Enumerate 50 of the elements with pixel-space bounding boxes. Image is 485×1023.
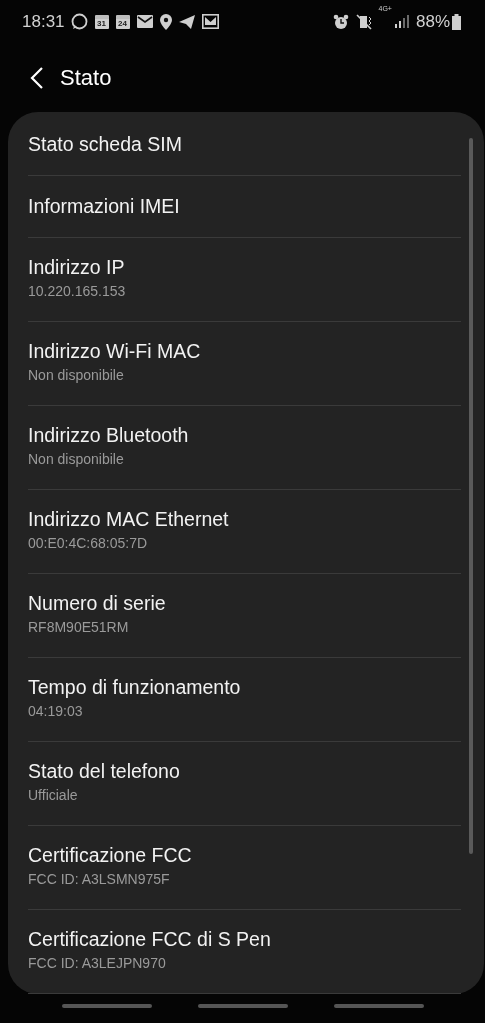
settings-row[interactable]: Certificazione FCC di S Pen FCC ID: A3LEJPN970 xyxy=(28,910,461,994)
row-title: Stato del telefono xyxy=(28,759,180,784)
settings-row[interactable]: Tempo di funzionamento 04:19:03 xyxy=(28,658,461,742)
calendar-icon: 31 xyxy=(94,14,109,29)
mail-icon xyxy=(136,15,153,29)
nav-handle[interactable] xyxy=(197,1004,288,1008)
row-title: Informazioni IMEI xyxy=(28,194,180,219)
row-value: Ufficiale xyxy=(28,786,78,805)
battery-icon xyxy=(452,13,461,30)
settings-row[interactable]: Numero di serie RF8M90E51RM xyxy=(28,574,461,658)
row-value: Non disponibile xyxy=(28,450,124,469)
row-value: FCC ID: A3LSMN975F xyxy=(28,870,170,889)
vibrate-mute-icon xyxy=(355,13,372,30)
settings-row[interactable]: Stato scheda SIM xyxy=(28,114,461,176)
scrollbar[interactable] xyxy=(469,138,473,854)
back-icon[interactable] xyxy=(30,66,44,89)
row-title: Numero di serie xyxy=(28,591,166,616)
row-title: Indirizzo Wi‑Fi MAC xyxy=(28,339,201,364)
row-value: Non disponibile xyxy=(28,366,124,385)
row-value: FCC ID: A3LEJPN970 xyxy=(28,954,166,973)
calendar-icon: 24 xyxy=(115,14,130,29)
row-title: Certificazione FCC di S Pen xyxy=(28,927,271,952)
nav-handle[interactable] xyxy=(61,1004,152,1008)
location-pin-icon xyxy=(159,13,172,30)
row-title: Indirizzo MAC Ethernet xyxy=(28,507,229,532)
clock-time: 18:31 xyxy=(22,11,65,34)
row-value: 10.220.165.153 xyxy=(28,282,126,301)
settings-row[interactable]: Indirizzo MAC Ethernet 00:E0:4C:68:05:7D xyxy=(28,490,461,574)
page-title: Stato xyxy=(60,64,112,92)
battery-percentage: 88% xyxy=(415,11,450,34)
row-title: Tempo di funzionamento xyxy=(28,675,241,700)
chat-bubble-icon xyxy=(70,13,88,31)
settings-row[interactable]: Stato del telefono Ufficiale xyxy=(28,742,461,826)
settings-row[interactable]: Indirizzo Wi‑Fi MAC Non disponibile xyxy=(28,322,461,406)
envelope-stack-icon xyxy=(201,14,219,30)
row-value: RF8M90E51RM xyxy=(28,618,129,637)
signal-icon xyxy=(394,15,409,29)
alarm-clock-icon xyxy=(332,13,349,30)
row-title: Certificazione FCC xyxy=(28,843,192,868)
row-title: Indirizzo IP xyxy=(28,255,125,280)
row-value: 00:E0:4C:68:05:7D xyxy=(28,534,148,553)
settings-row[interactable]: Indirizzo IP 10.220.165.153 xyxy=(28,238,461,322)
settings-row[interactable]: Certificazione FCC FCC ID: A3LSMN975F xyxy=(28,826,461,910)
row-title: Stato scheda SIM xyxy=(28,132,182,157)
paper-plane-icon xyxy=(178,14,195,29)
row-title: Indirizzo Bluetooth xyxy=(28,423,189,448)
settings-row[interactable]: Informazioni IMEI xyxy=(28,176,461,238)
nav-handle[interactable] xyxy=(333,1004,424,1008)
settings-row[interactable]: Indirizzo Bluetooth Non disponibile xyxy=(28,406,461,490)
row-value: 04:19:03 xyxy=(28,702,83,721)
